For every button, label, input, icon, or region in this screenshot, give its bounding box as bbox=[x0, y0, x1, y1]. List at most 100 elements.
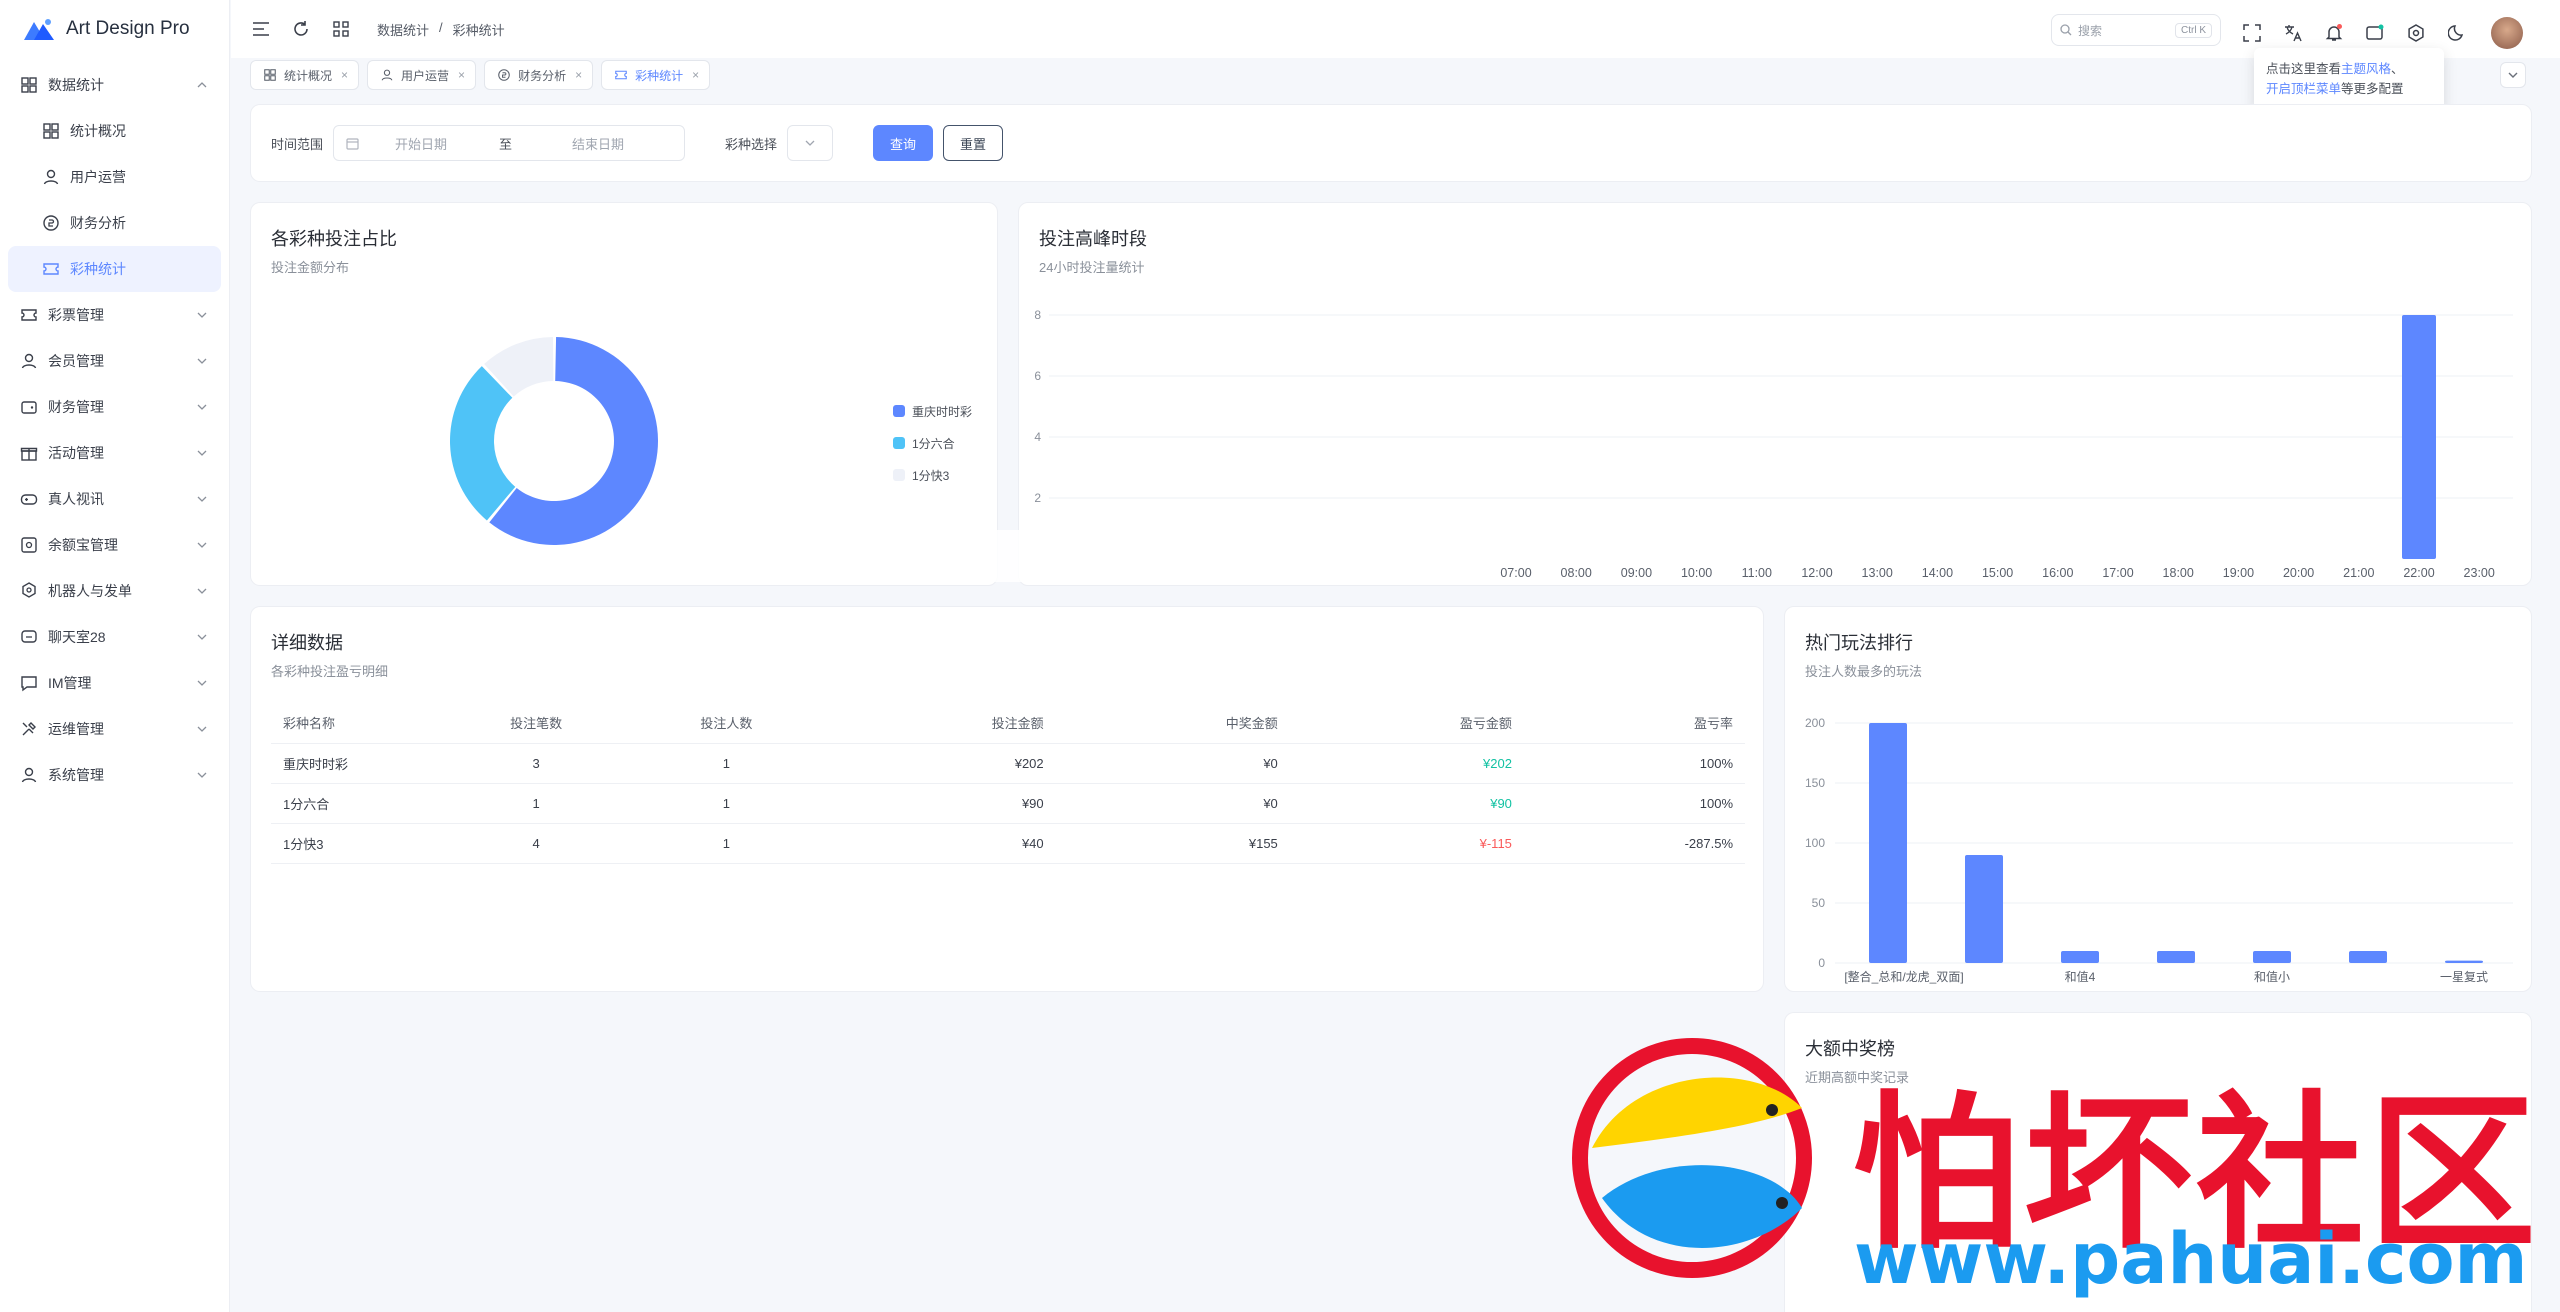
table-cell: 1分快3 bbox=[271, 823, 441, 864]
breadcrumb-separator: / bbox=[439, 19, 443, 35]
date-range-picker[interactable]: 开始日期 至 结束日期 bbox=[333, 125, 686, 161]
sidebar-item-label: 数据统计 bbox=[48, 77, 104, 93]
bar-chart-icon bbox=[20, 76, 38, 94]
settings-gear-icon[interactable] bbox=[2405, 22, 2427, 44]
sidebar-item[interactable]: 活动管理 bbox=[0, 430, 229, 476]
tabs-more-button[interactable] bbox=[2500, 62, 2526, 88]
sidebar-item[interactable]: 余额宝管理 bbox=[0, 522, 229, 568]
sidebar: Art Design Pro 数据统计统计概况 用户运营财务分析彩种统计彩票管理会… bbox=[0, 0, 230, 1312]
close-icon[interactable]: × bbox=[458, 68, 465, 82]
card-title: 大额中奖榜 bbox=[1805, 1039, 1895, 1059]
table-row[interactable]: 1分六合 1 1 ¥90 ¥0 ¥90 100% bbox=[271, 783, 1745, 824]
close-icon[interactable]: × bbox=[692, 68, 699, 82]
start-date-input[interactable]: 开始日期 bbox=[395, 134, 447, 153]
tooltip-text: 、 bbox=[2391, 62, 2404, 76]
notification-bell-icon[interactable] bbox=[2323, 22, 2345, 44]
tab[interactable]: 用户运营 × bbox=[367, 60, 477, 90]
sidebar-item[interactable]: 用户运营 bbox=[0, 154, 229, 200]
sidebar-item[interactable]: 彩种统计 bbox=[8, 246, 221, 292]
lottery-select[interactable] bbox=[787, 125, 834, 161]
app-logo[interactable]: Art Design Pro bbox=[0, 0, 229, 58]
table-cell: ¥-115 bbox=[1289, 823, 1524, 864]
x-tick-label: 一星复式 bbox=[2440, 970, 2488, 984]
search-input[interactable]: 搜索 Ctrl K bbox=[2051, 14, 2221, 46]
x-tick-label: 18:00 bbox=[2163, 566, 2194, 580]
sidebar-item[interactable]: 机器人与发单 bbox=[0, 568, 229, 614]
legend-item[interactable]: 1分六合 bbox=[893, 427, 972, 459]
column-header: 盈亏率 bbox=[1523, 703, 1745, 744]
table-cell: ¥155 bbox=[1055, 823, 1290, 864]
x-tick-label: 08:00 bbox=[1561, 566, 1592, 580]
sidebar-item[interactable]: 真人视讯 bbox=[0, 476, 229, 522]
close-icon[interactable]: × bbox=[575, 68, 582, 82]
refresh-icon[interactable] bbox=[291, 19, 311, 39]
reset-button[interactable]: 重置 bbox=[943, 125, 1004, 161]
time-range-label: 时间范围 bbox=[271, 136, 324, 152]
sidebar-menu: 数据统计统计概况 用户运营财务分析彩种统计彩票管理会员管理 财务管理 活动管理 真人视讯… bbox=[0, 58, 229, 798]
table-row[interactable]: 重庆时时彩 3 1 ¥202 ¥0 ¥202 100% bbox=[271, 743, 1745, 784]
sidebar-item[interactable]: IM管理 bbox=[0, 660, 229, 706]
table-cell: ¥0 bbox=[1055, 783, 1290, 824]
sidebar-item-label: 财务分析 bbox=[70, 215, 126, 231]
chevron-up-icon bbox=[197, 82, 207, 88]
sidebar-item[interactable]: 统计概况 bbox=[0, 108, 229, 154]
sidebar-item-label: 彩票管理 bbox=[48, 307, 104, 323]
sidebar-item[interactable]: 彩票管理 bbox=[0, 292, 229, 338]
column-header: 盈亏金额 bbox=[1289, 703, 1524, 744]
end-date-input[interactable]: 结束日期 bbox=[572, 134, 624, 153]
translate-icon[interactable] bbox=[2282, 22, 2304, 44]
search-shortcut: Ctrl K bbox=[2175, 22, 2212, 38]
sidebar-item[interactable]: 财务分析 bbox=[0, 200, 229, 246]
sidebar-item[interactable]: 数据统计 bbox=[0, 62, 229, 108]
safe-icon bbox=[20, 536, 38, 554]
sidebar-item[interactable]: 会员管理 bbox=[0, 338, 229, 384]
chat-message-icon[interactable] bbox=[2364, 22, 2386, 44]
sidebar-item[interactable]: 财务管理 bbox=[0, 384, 229, 430]
tab[interactable]: 统计概况 × bbox=[250, 60, 360, 90]
tab[interactable]: 财务分析 × bbox=[484, 60, 594, 90]
grid-icon bbox=[263, 68, 277, 82]
y-tick-label: 8 bbox=[1034, 308, 1041, 322]
x-tick-label: 和值4 bbox=[2065, 969, 2096, 984]
legend-item[interactable]: 重庆时时彩 bbox=[893, 395, 972, 427]
table-cell: ¥0 bbox=[1055, 743, 1290, 784]
tools-icon bbox=[20, 720, 38, 738]
tooltip-highlight: 开启顶栏菜单 bbox=[2266, 82, 2342, 96]
date-separator: 至 bbox=[499, 136, 513, 152]
x-tick-label: 和值小 bbox=[2254, 969, 2290, 984]
tab-label: 财务分析 bbox=[518, 68, 567, 83]
tab[interactable]: 彩种统计 × bbox=[601, 60, 711, 90]
table-cell: 1分六合 bbox=[271, 783, 441, 824]
chevron-down-icon bbox=[197, 450, 207, 456]
close-icon[interactable]: × bbox=[341, 68, 348, 82]
topbar-actions bbox=[2241, 17, 2523, 49]
column-header: 投注人数 bbox=[631, 703, 822, 744]
legend-swatch bbox=[893, 437, 905, 449]
x-tick-label: 19:00 bbox=[2223, 566, 2254, 580]
sidebar-item[interactable]: 运维管理 bbox=[0, 706, 229, 752]
query-button[interactable]: 查询 bbox=[873, 125, 934, 161]
chevron-down-icon bbox=[197, 312, 207, 318]
user-avatar[interactable] bbox=[2491, 17, 2523, 49]
menu-fold-icon[interactable] bbox=[251, 19, 271, 39]
x-tick-label: 17:00 bbox=[2102, 566, 2133, 580]
legend-item[interactable]: 1分快3 bbox=[893, 459, 972, 491]
x-tick-label: 12:00 bbox=[1801, 566, 1832, 580]
bar bbox=[1965, 855, 2003, 963]
fullscreen-icon[interactable] bbox=[2241, 22, 2263, 44]
table-cell: 100% bbox=[1523, 743, 1745, 784]
apps-grid-icon[interactable] bbox=[331, 19, 351, 39]
y-tick-label: 0 bbox=[1818, 956, 1825, 970]
user-icon bbox=[42, 168, 60, 186]
chart-legend: 重庆时时彩 1分六合 1分快3 bbox=[893, 395, 972, 491]
sidebar-item[interactable]: 聊天室28 bbox=[0, 614, 229, 660]
gift-icon bbox=[20, 444, 38, 462]
ticket-icon bbox=[614, 68, 628, 82]
breadcrumb-item[interactable]: 数据统计 bbox=[377, 20, 429, 39]
dark-mode-moon-icon[interactable] bbox=[2446, 22, 2468, 44]
column-header: 彩种名称 bbox=[271, 703, 441, 744]
table-row[interactable]: 1分快3 4 1 ¥40 ¥155 ¥-115 -287.5% bbox=[271, 823, 1745, 864]
sidebar-item[interactable]: 系统管理 bbox=[0, 752, 229, 798]
blurred-overlay bbox=[880, 530, 1500, 582]
sidebar-item-label: 系统管理 bbox=[48, 767, 104, 783]
